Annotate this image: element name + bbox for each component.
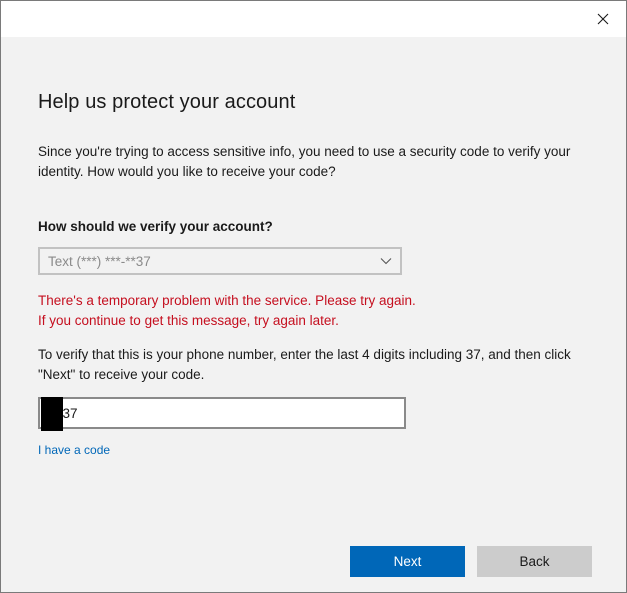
close-button[interactable] — [580, 1, 626, 37]
chevron-down-icon — [380, 258, 392, 265]
close-icon — [597, 13, 609, 25]
instruction-text: To verify that this is your phone number… — [38, 347, 571, 382]
verify-method-select[interactable]: Text (***) ***-**37 — [38, 247, 402, 275]
last-digits-input[interactable] — [38, 397, 406, 429]
redaction-block — [41, 397, 63, 431]
verify-method-selected-value: Text (***) ***-**37 — [48, 253, 151, 269]
error-message: There's a temporary problem with the ser… — [38, 293, 416, 328]
dialog-window: Help us protect your account Since you'r… — [0, 0, 627, 593]
page-title: Help us protect your account — [38, 91, 296, 113]
next-button[interactable]: Next — [350, 546, 465, 577]
description-text: Since you're trying to access sensitive … — [38, 144, 571, 179]
have-code-link[interactable]: I have a code — [38, 443, 110, 457]
title-bar — [1, 1, 626, 37]
back-button[interactable]: Back — [477, 546, 592, 577]
verify-method-label: How should we verify your account? — [38, 219, 273, 234]
